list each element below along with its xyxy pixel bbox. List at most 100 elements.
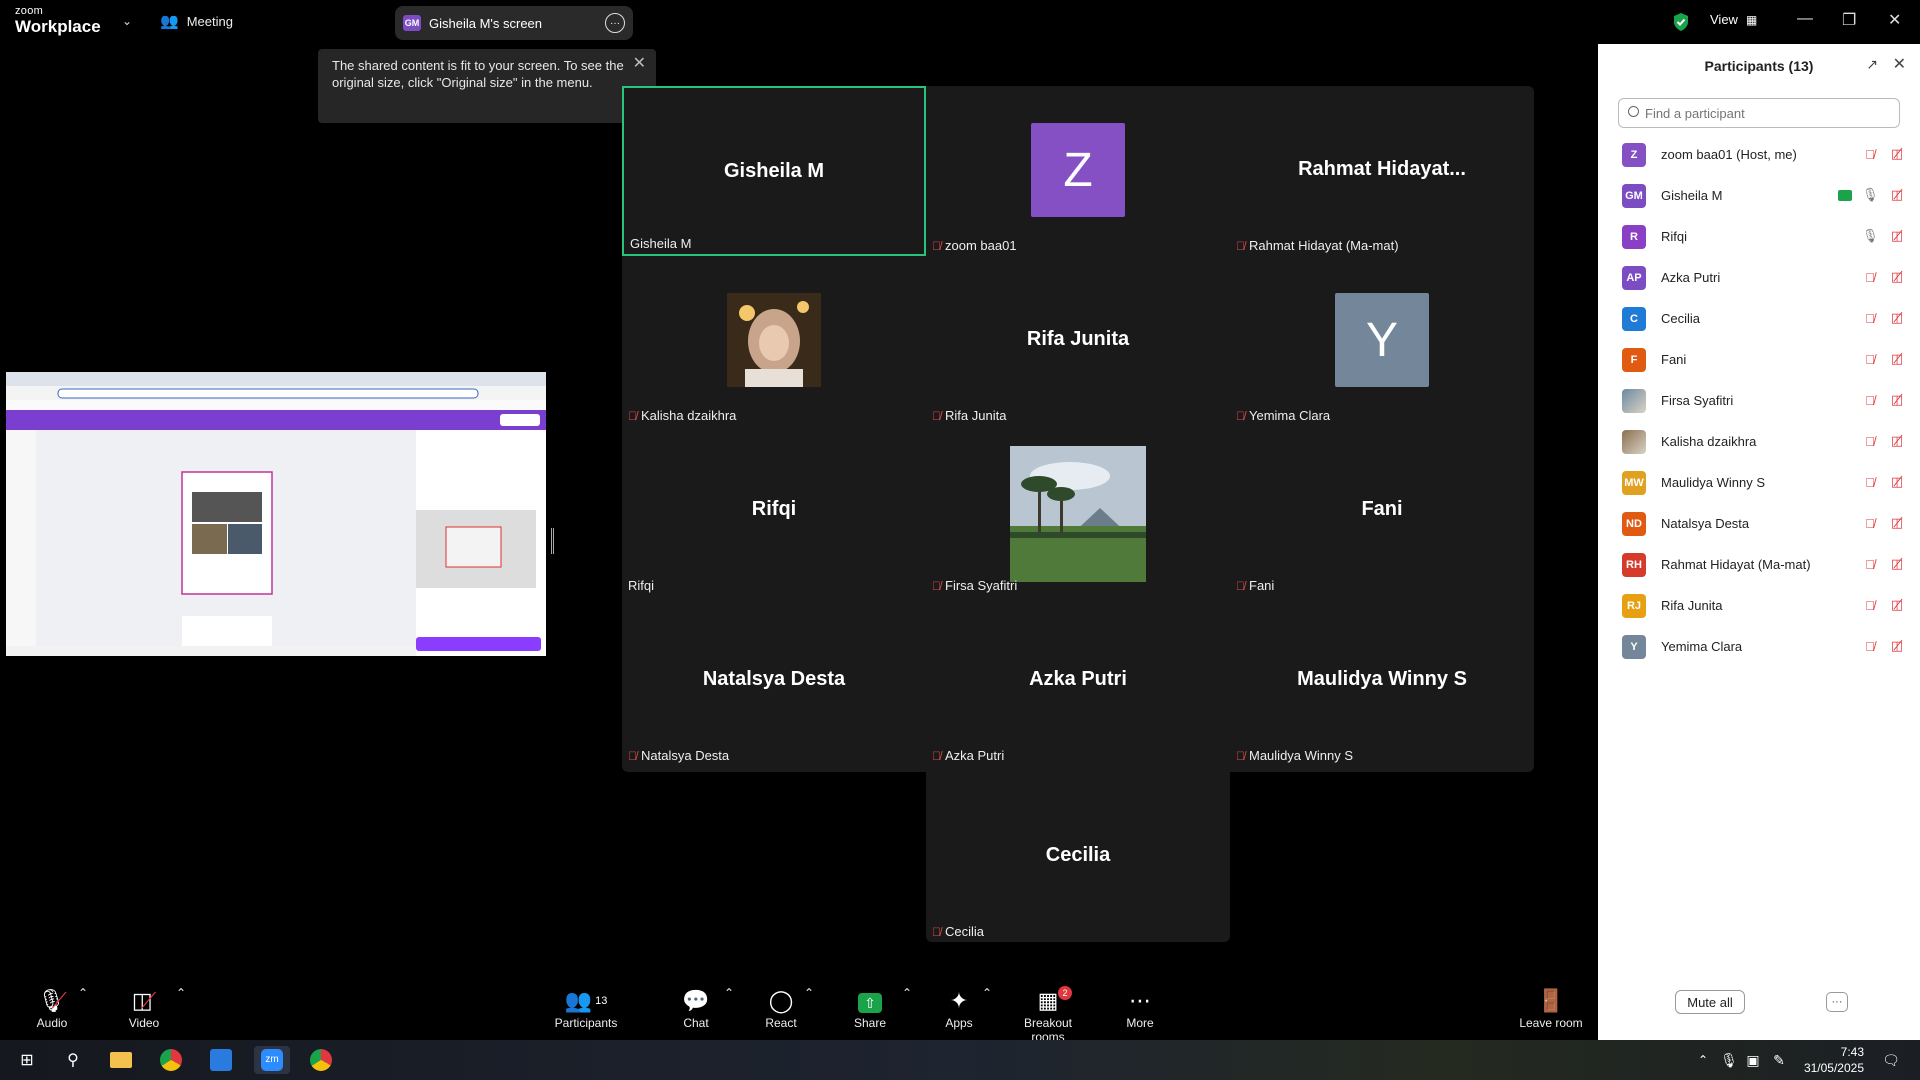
mic-icon[interactable]: 🎙 bbox=[1862, 228, 1879, 244]
participant-row[interactable]: MW Maulidya Winny S 🎙̸ ◫̸ bbox=[1598, 462, 1920, 503]
video-tile[interactable]: Fani 🎙̸ Fani bbox=[1230, 426, 1534, 596]
share-button[interactable]: ⇧ Share bbox=[852, 986, 888, 1030]
chevron-up-icon[interactable]: ⌃ bbox=[902, 986, 912, 1000]
mic-muted-icon[interactable]: 🎙̸ bbox=[1862, 475, 1878, 490]
apps-button[interactable]: ✦ Apps bbox=[944, 986, 974, 1030]
close-icon[interactable]: ✕ bbox=[633, 55, 646, 72]
video-off-icon[interactable]: ◫̸ bbox=[1888, 433, 1906, 449]
audio-button[interactable]: 🎙⟋ Audio bbox=[30, 986, 74, 1030]
chat-button[interactable]: 💬 Chat bbox=[680, 986, 712, 1030]
video-tile[interactable]: Y 🎙̸ Yemima Clara bbox=[1230, 256, 1534, 426]
leave-room-button[interactable]: 🚪 Leave room bbox=[1518, 986, 1584, 1030]
system-clock[interactable]: 7:43 31/05/2025 bbox=[1804, 1044, 1864, 1076]
video-off-icon[interactable]: ◫̸ bbox=[1888, 638, 1906, 654]
video-tile[interactable]: Azka Putri 🎙̸ Azka Putri bbox=[926, 596, 1230, 766]
participant-row[interactable]: RH Rahmat Hidayat (Ma-mat) 🎙̸ ◫̸ bbox=[1598, 544, 1920, 585]
participant-name: Gisheila M bbox=[1661, 188, 1723, 203]
maximize-icon[interactable]: ❐ bbox=[1842, 10, 1856, 30]
video-off-icon[interactable]: ◫̸ bbox=[1888, 187, 1906, 203]
video-off-icon[interactable]: ◫̸ bbox=[1888, 392, 1906, 408]
participant-row[interactable]: Kalisha dzaikhra 🎙̸ ◫̸ bbox=[1598, 421, 1920, 462]
chevron-up-icon[interactable]: ⌃ bbox=[78, 986, 88, 1000]
shared-screen-pill[interactable]: GM Gisheila M's screen ··· bbox=[395, 6, 633, 40]
video-tile[interactable]: Rahmat Hidayat... 🎙̸ Rahmat Hidayat (Ma-m… bbox=[1230, 86, 1534, 256]
mic-icon[interactable]: 🎙 bbox=[1862, 187, 1879, 203]
mic-muted-icon[interactable]: 🎙̸ bbox=[1862, 147, 1878, 162]
minimize-icon[interactable]: — bbox=[1797, 10, 1813, 28]
video-tile[interactable]: Rifqi Rifqi bbox=[622, 426, 926, 596]
view-button[interactable]: View ▦ bbox=[1710, 12, 1757, 27]
video-tile[interactable]: Rifa Junita 🎙̸ Rifa Junita bbox=[926, 256, 1230, 426]
pen-icon[interactable]: ✎ bbox=[1764, 1046, 1794, 1074]
shared-screen-view[interactable] bbox=[6, 372, 546, 656]
mute-all-button[interactable]: Mute all bbox=[1675, 990, 1745, 1014]
chevron-down-icon[interactable]: ⌄ bbox=[122, 14, 132, 28]
more-options-icon[interactable]: ··· bbox=[605, 13, 625, 33]
participant-row[interactable]: Y Yemima Clara 🎙̸ ◫̸ bbox=[1598, 626, 1920, 667]
chevron-up-icon[interactable]: ⌃ bbox=[724, 986, 734, 1000]
video-tile[interactable]: Z 🎙̸ zoom baa01 bbox=[926, 86, 1230, 256]
tile-name: Rifa Junita bbox=[1026, 328, 1130, 350]
notifications-icon[interactable]: 🗨 bbox=[1876, 1046, 1906, 1074]
video-off-icon[interactable]: ◫̸ bbox=[1888, 310, 1906, 326]
close-window-icon[interactable]: ✕ bbox=[1888, 10, 1901, 30]
mic-muted-icon[interactable]: 🎙̸ bbox=[1862, 598, 1878, 613]
view-label: View bbox=[1710, 12, 1738, 27]
mic-muted-icon[interactable]: 🎙̸ bbox=[1862, 311, 1878, 326]
chevron-up-icon[interactable]: ⌃ bbox=[982, 986, 992, 1000]
video-tile[interactable]: Maulidya Winny S 🎙̸ Maulidya Winny S bbox=[1230, 596, 1534, 766]
chrome-icon[interactable] bbox=[156, 1046, 186, 1074]
mic-muted-icon: 🎙̸ bbox=[932, 408, 941, 423]
video-off-icon[interactable]: ◫̸ bbox=[1888, 597, 1906, 613]
video-off-icon[interactable]: ◫̸ bbox=[1888, 146, 1906, 162]
chevron-up-icon[interactable]: ⌃ bbox=[804, 986, 814, 1000]
pop-out-icon[interactable]: ↗ bbox=[1866, 56, 1878, 73]
participant-row[interactable]: Firsa Syafitri 🎙̸ ◫̸ bbox=[1598, 380, 1920, 421]
participant-row[interactable]: C Cecilia 🎙̸ ◫̸ bbox=[1598, 298, 1920, 339]
participant-row[interactable]: R Rifqi 🎙 ◫̸ bbox=[1598, 216, 1920, 257]
video-tile[interactable]: Gisheila M Gisheila M bbox=[622, 86, 926, 256]
participant-row[interactable]: GM Gisheila M 🎙 ◫̸ bbox=[1598, 175, 1920, 216]
meeting-menu-button[interactable]: 👥 Meeting bbox=[160, 12, 233, 30]
video-off-icon[interactable]: ◫̸ bbox=[1888, 269, 1906, 285]
security-shield-icon[interactable] bbox=[1672, 12, 1690, 32]
video-off-icon[interactable]: ◫̸ bbox=[1888, 351, 1906, 367]
react-button[interactable]: ◯ React bbox=[764, 986, 798, 1030]
chrome-icon[interactable] bbox=[306, 1046, 336, 1074]
mic-muted-icon[interactable]: 🎙̸ bbox=[1862, 270, 1878, 285]
mic-muted-icon[interactable]: 🎙̸ bbox=[1862, 434, 1878, 449]
participant-row[interactable]: RJ Rifa Junita 🎙̸ ◫̸ bbox=[1598, 585, 1920, 626]
chevron-up-icon[interactable]: ⌃ bbox=[176, 986, 186, 1000]
video-off-icon[interactable]: ◫̸ bbox=[1888, 228, 1906, 244]
participant-row[interactable]: F Fani 🎙̸ ◫̸ bbox=[1598, 339, 1920, 380]
mic-muted-icon[interactable]: 🎙̸ bbox=[1862, 352, 1878, 367]
video-tile[interactable]: 🎙̸ Kalisha dzaikhra bbox=[622, 256, 926, 426]
video-tile[interactable]: Natalsya Desta 🎙̸ Natalsya Desta bbox=[622, 596, 926, 766]
mic-muted-icon[interactable]: 🎙̸ bbox=[1862, 516, 1878, 531]
participants-button[interactable]: 👥 13 Participants bbox=[552, 986, 620, 1030]
video-button[interactable]: ◫⟋ Video bbox=[122, 986, 166, 1030]
search-icon[interactable]: ⚲ bbox=[58, 1046, 88, 1074]
video-off-icon[interactable]: ◫̸ bbox=[1888, 556, 1906, 572]
mic-muted-icon[interactable]: 🎙̸ bbox=[1862, 557, 1878, 572]
more-options-icon[interactable]: ··· bbox=[1826, 992, 1848, 1012]
participant-row[interactable]: Zzoom baa01 (Host, me) 🎙̸ ◫̸ bbox=[1598, 134, 1920, 175]
search-input[interactable] bbox=[1645, 105, 1889, 121]
video-off-icon[interactable]: ◫̸ bbox=[1888, 474, 1906, 490]
file-explorer-icon[interactable] bbox=[106, 1046, 136, 1074]
video-tile[interactable]: 🎙̸ Firsa Syafitri bbox=[926, 426, 1230, 596]
breakout-rooms-button[interactable]: ▦ 2 Breakout rooms bbox=[1006, 986, 1090, 1044]
search-participant[interactable] bbox=[1618, 98, 1900, 128]
app-icon[interactable] bbox=[206, 1046, 236, 1074]
windows-start-icon[interactable]: ⊞ bbox=[12, 1046, 42, 1074]
video-tile[interactable]: Cecilia 🎙̸ Cecilia bbox=[926, 772, 1230, 942]
resize-handle[interactable] bbox=[551, 528, 554, 554]
participant-row[interactable]: AP Azka Putri 🎙̸ ◫̸ bbox=[1598, 257, 1920, 298]
more-button[interactable]: ⋯ More bbox=[1124, 986, 1156, 1030]
close-icon[interactable]: ✕ bbox=[1893, 54, 1906, 74]
mic-muted-icon[interactable]: 🎙̸ bbox=[1862, 393, 1878, 408]
participant-row[interactable]: ND Natalsya Desta 🎙̸ ◫̸ bbox=[1598, 503, 1920, 544]
mic-muted-icon[interactable]: 🎙̸ bbox=[1862, 639, 1878, 654]
zoom-icon[interactable]: zm bbox=[254, 1046, 290, 1074]
video-off-icon[interactable]: ◫̸ bbox=[1888, 515, 1906, 531]
